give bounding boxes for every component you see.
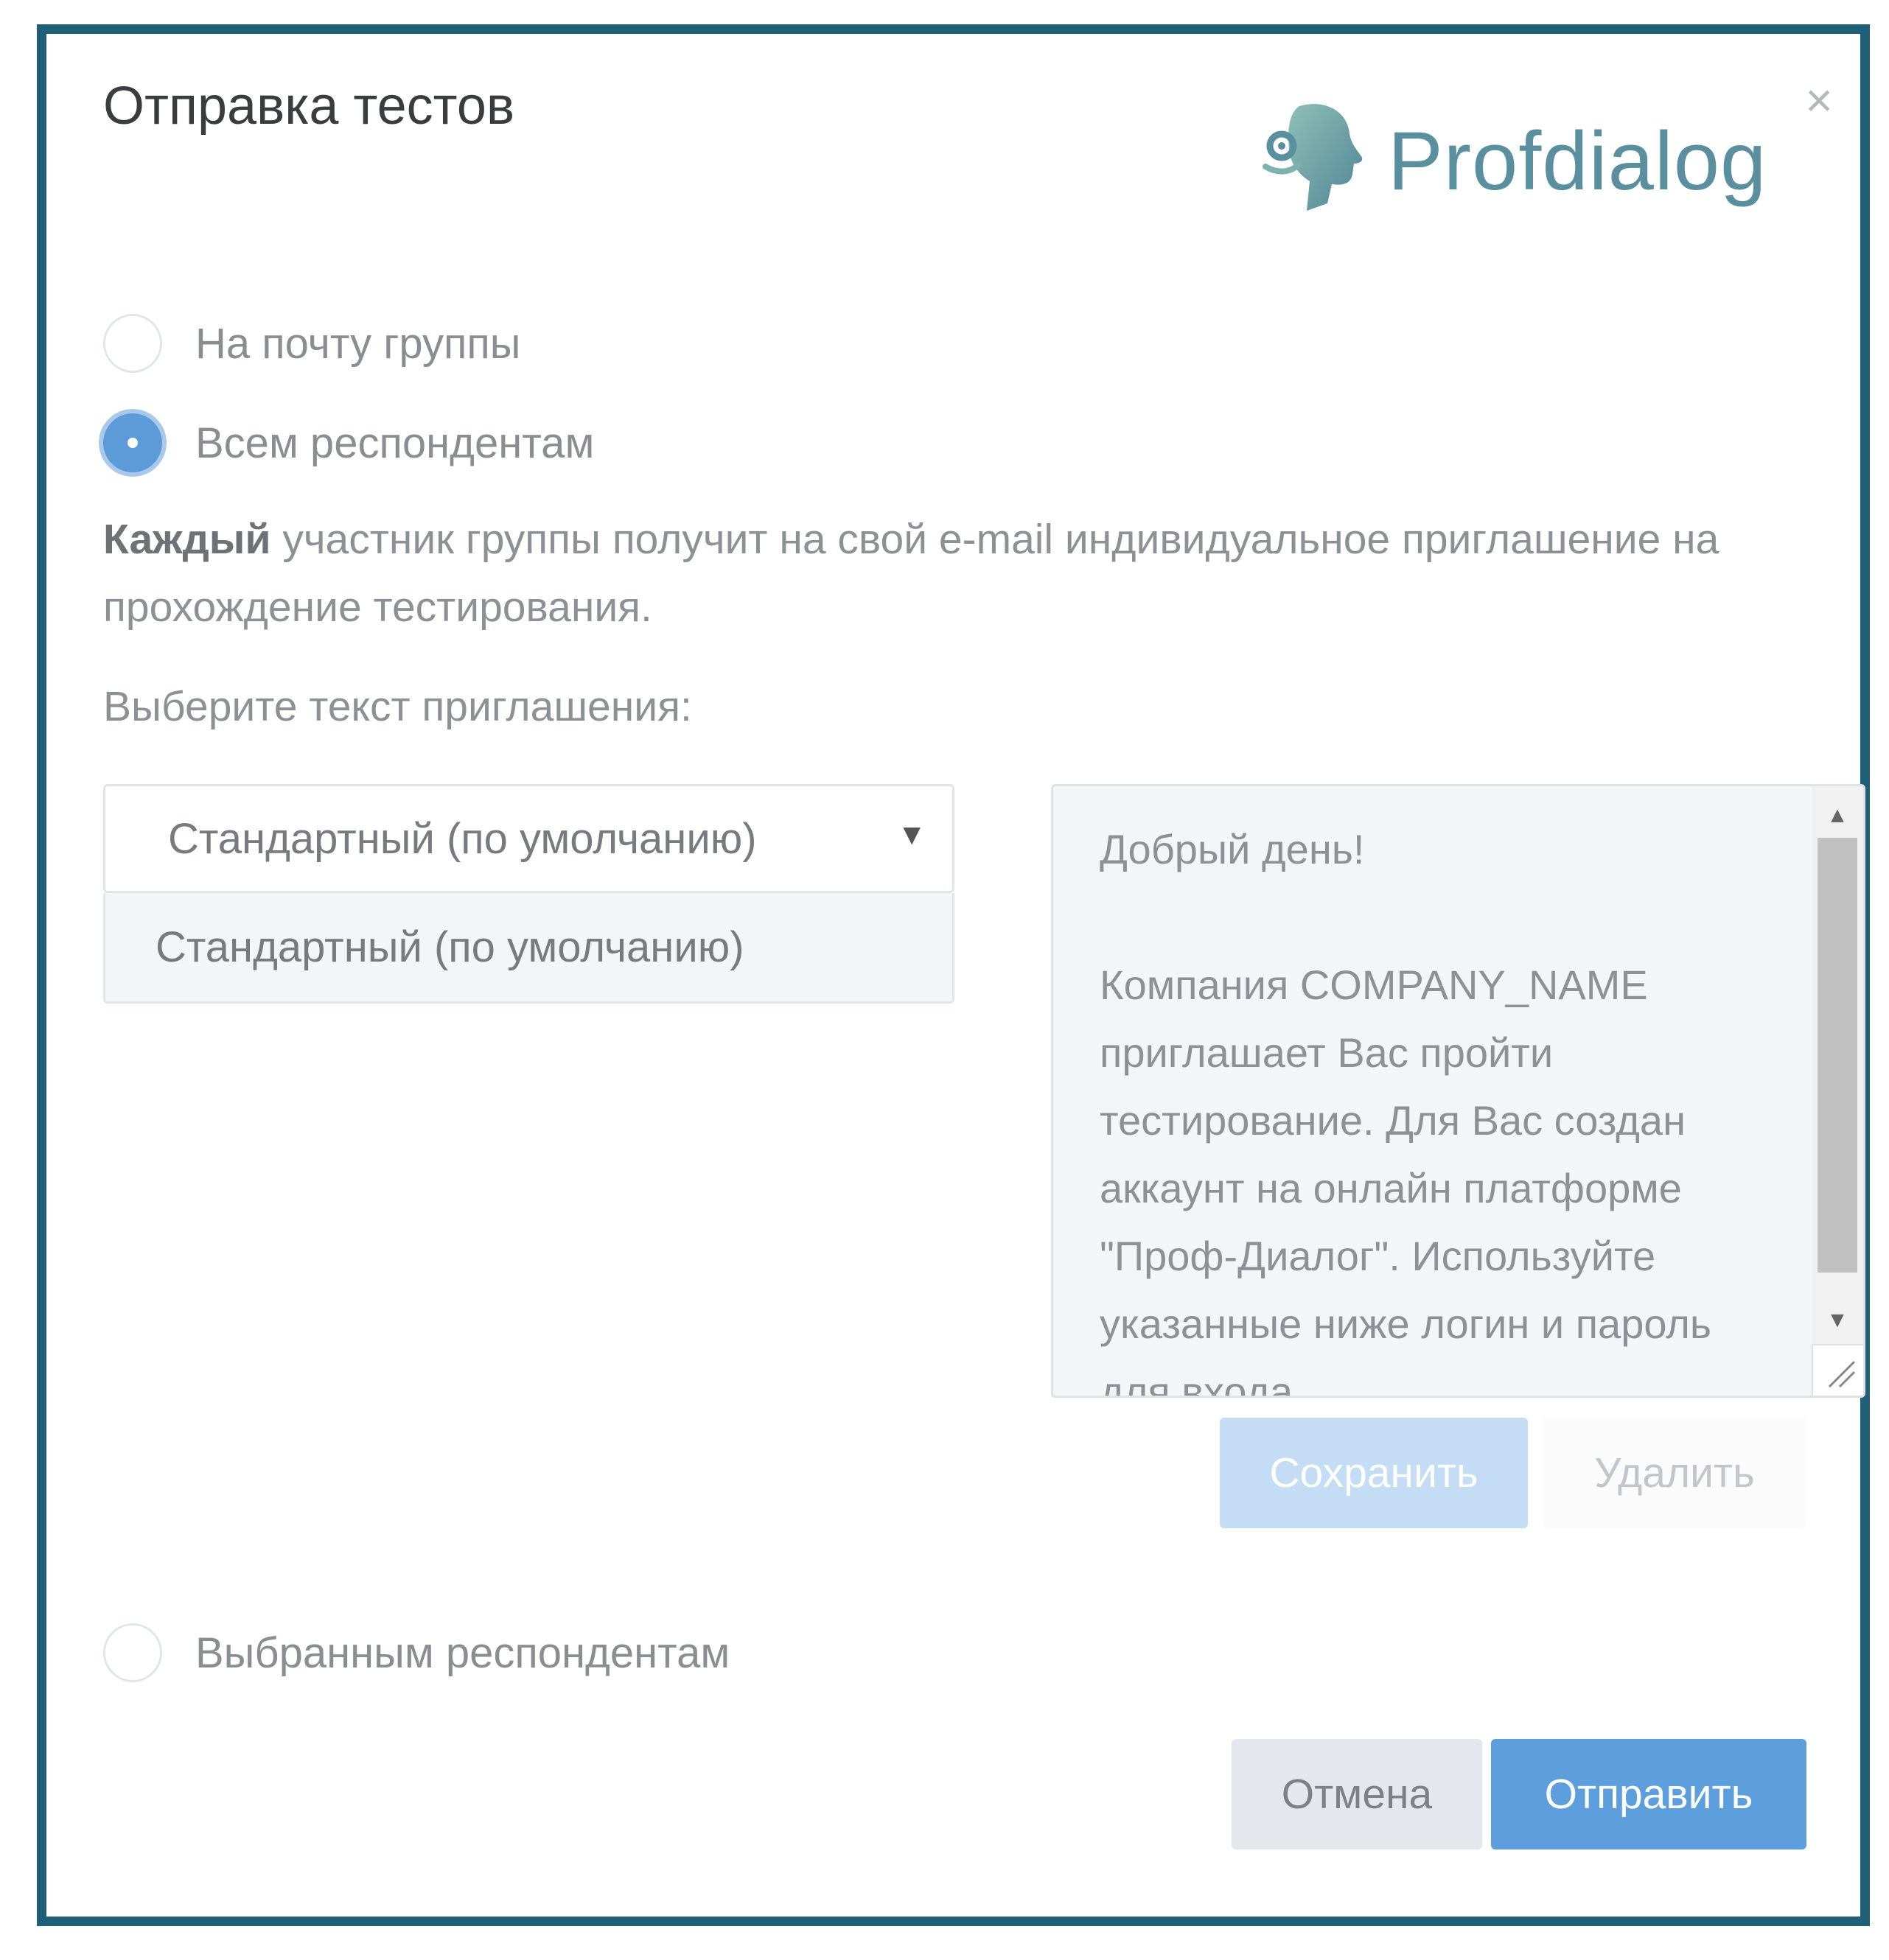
- option-selected-respondents[interactable]: Выбранным респондентам: [103, 1620, 730, 1686]
- cancel-button[interactable]: Отмена: [1232, 1739, 1482, 1849]
- delete-button[interactable]: Удалить: [1543, 1418, 1806, 1528]
- scroll-up-icon[interactable]: ▲: [1812, 794, 1863, 838]
- scroll-thumb[interactable]: [1818, 838, 1857, 1273]
- option-all-respondents[interactable]: Всем респондентам: [103, 410, 594, 476]
- profdialog-logo: Profdialog: [1255, 85, 1771, 225]
- radio-label: Выбранным респондентам: [195, 1628, 730, 1677]
- send-button[interactable]: Отправить: [1491, 1739, 1806, 1849]
- radio-label: Всем респондентам: [195, 419, 595, 467]
- option-group-email[interactable]: На почту группы: [103, 310, 520, 377]
- radio-button[interactable]: [103, 1623, 162, 1682]
- logo-text: Profdialog: [1388, 115, 1767, 207]
- scrollbar[interactable]: ▲ ▼: [1812, 786, 1863, 1346]
- invitation-text: Добрый день! Компания COMPANY_NAME пригл…: [1100, 826, 1712, 1398]
- invitation-text-area[interactable]: Добрый день! Компания COMPANY_NAME пригл…: [1051, 784, 1865, 1398]
- dialog-title: Отправка тестов: [103, 77, 515, 136]
- invitation-select[interactable]: Стандартный (по умолчанию) ▼: [103, 784, 954, 893]
- resize-grip-icon: [1828, 1360, 1856, 1388]
- invitation-dropdown: Стандартный (по умолчанию): [103, 893, 954, 1004]
- close-icon[interactable]: ×: [1793, 74, 1845, 126]
- invitation-label: Выберите текст приглашения:: [103, 683, 692, 730]
- dropdown-option[interactable]: Стандартный (по умолчанию): [105, 893, 952, 1001]
- radio-button[interactable]: [103, 314, 162, 373]
- select-value: Стандартный (по умолчанию): [168, 815, 757, 863]
- save-button[interactable]: Сохранить: [1220, 1418, 1528, 1528]
- description-rest: участник группы получит на свой e-mail и…: [103, 516, 1719, 631]
- profile-head-icon: [1263, 104, 1363, 211]
- resize-handle-icon[interactable]: [1812, 1344, 1863, 1396]
- description-bold: Каждый: [103, 516, 271, 563]
- caret-down-icon: ▼: [897, 819, 926, 851]
- radio-button-checked[interactable]: [103, 413, 162, 472]
- dialog-frame: Отправка тестов Profdialog × На почту гр…: [37, 24, 1870, 1926]
- scroll-down-icon[interactable]: ▼: [1812, 1298, 1863, 1343]
- description-text: Каждый участник группы получит на свой e…: [103, 505, 1872, 641]
- dropdown-option-label: Стандартный (по умолчанию): [156, 923, 744, 971]
- radio-label: На почту группы: [195, 319, 521, 368]
